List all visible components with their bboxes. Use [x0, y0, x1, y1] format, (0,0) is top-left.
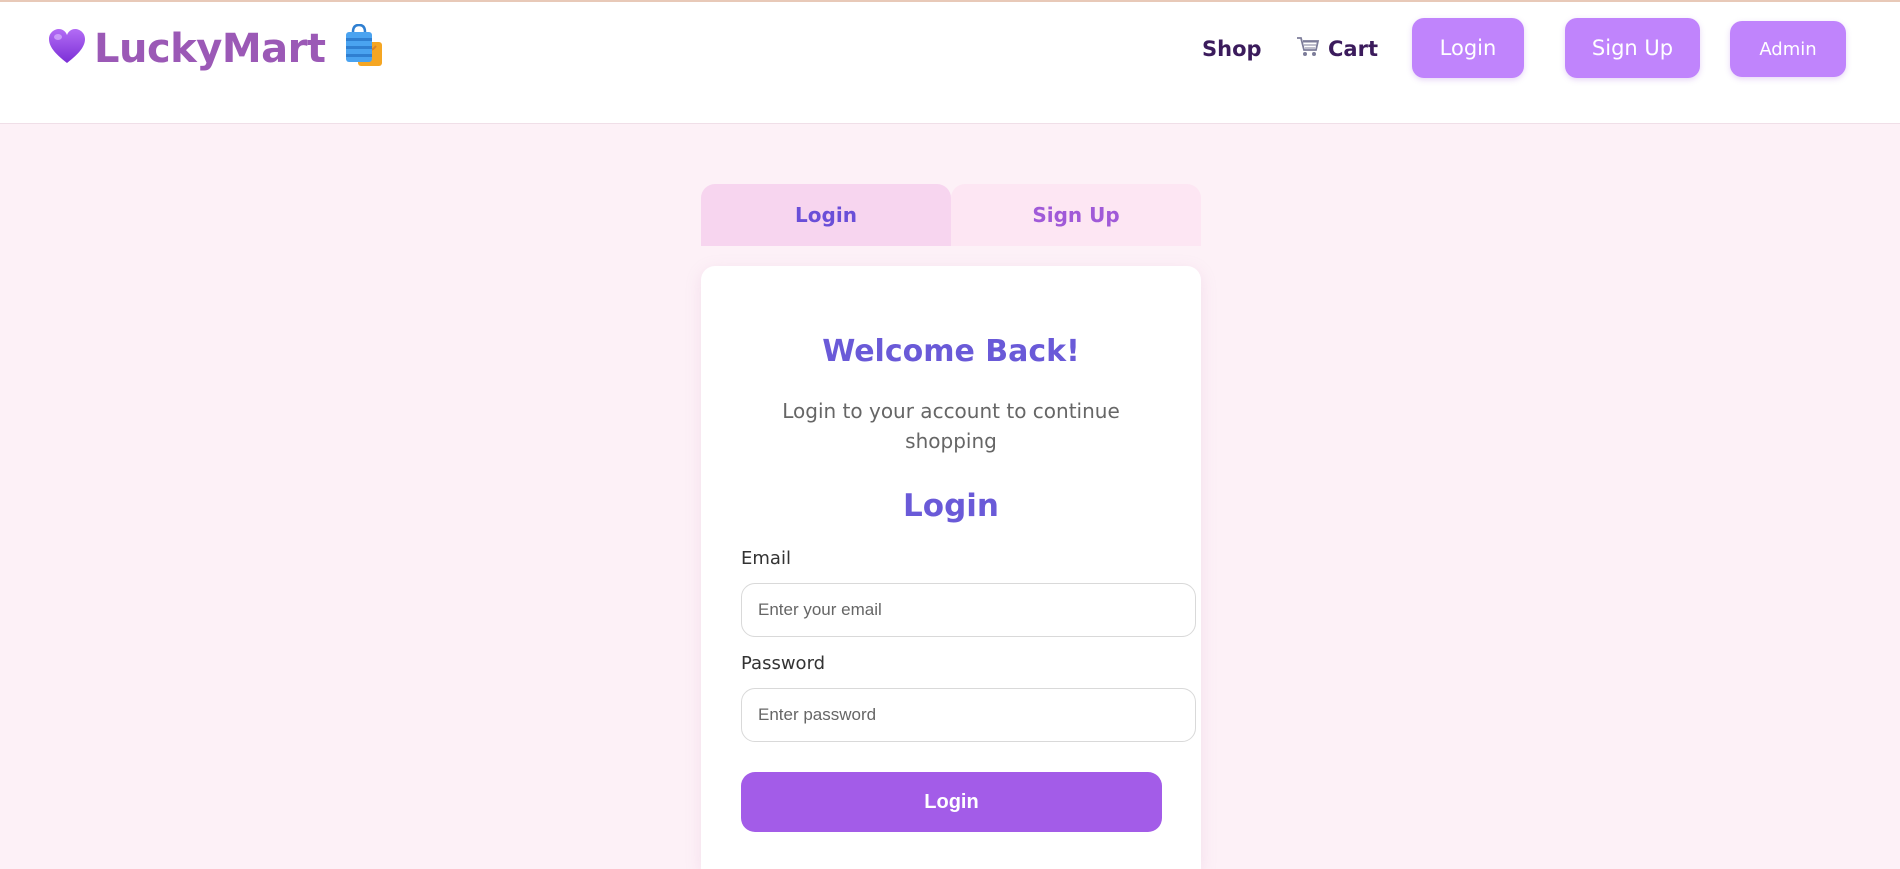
- auth-tabs: Login Sign Up: [701, 184, 1201, 246]
- nav-cart-label: Cart: [1328, 37, 1378, 61]
- shopping-bags-icon: [342, 23, 386, 74]
- header-admin-button[interactable]: Admin: [1730, 21, 1846, 77]
- tab-login[interactable]: Login: [701, 184, 951, 246]
- password-field[interactable]: [741, 688, 1196, 742]
- email-field[interactable]: [741, 583, 1196, 637]
- brand-name: LuckyMart: [94, 26, 326, 72]
- welcome-title: Welcome Back!: [822, 334, 1080, 369]
- header-signup-button[interactable]: Sign Up: [1565, 18, 1700, 78]
- cart-icon: [1296, 36, 1320, 63]
- welcome-subtitle: Login to your account to continue shoppi…: [782, 399, 1120, 453]
- brand-logo[interactable]: LuckyMart: [46, 23, 386, 74]
- tab-signup[interactable]: Sign Up: [951, 184, 1201, 246]
- email-label: Email: [741, 548, 791, 569]
- login-card: Welcome Back! Login to your account to c…: [701, 266, 1201, 869]
- login-submit-button[interactable]: Login: [741, 772, 1162, 832]
- form-title: Login: [903, 488, 999, 524]
- top-header: LuckyMart Shop Cart Login Sign Up Admin: [0, 0, 1900, 124]
- nav-shop-link[interactable]: Shop: [1202, 32, 1262, 66]
- purple-heart-icon: [46, 26, 88, 72]
- password-label: Password: [741, 653, 826, 674]
- header-login-button[interactable]: Login: [1412, 18, 1524, 78]
- nav-shop-label: Shop: [1202, 37, 1262, 61]
- nav-cart-link[interactable]: Cart: [1296, 32, 1378, 66]
